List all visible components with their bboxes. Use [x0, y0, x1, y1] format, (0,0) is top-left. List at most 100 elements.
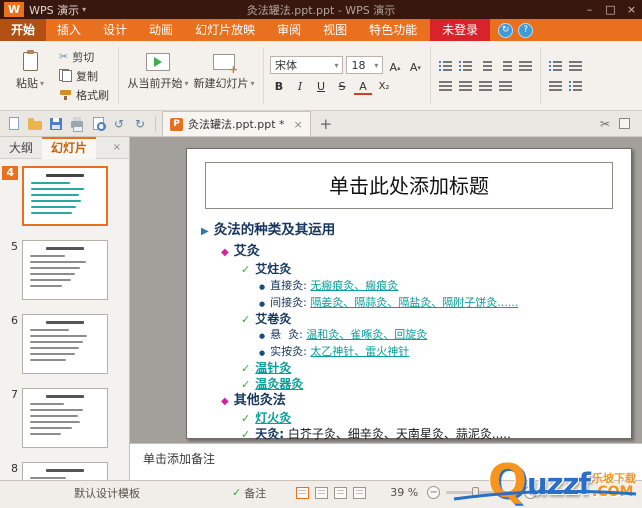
ribbon-tab-3[interactable]: 动画 [138, 19, 184, 41]
slide-thumbnail[interactable] [22, 314, 108, 374]
font-toggle-1[interactable]: I [291, 78, 309, 95]
font-name-select[interactable]: 宋体 ▾ [270, 56, 344, 74]
slide-link[interactable]: 隔姜灸、隔蒜灸、隔盐灸、隔附子饼灸...... [310, 295, 518, 310]
normal-view-icon[interactable] [296, 486, 310, 499]
document-tab[interactable]: P 灸法罐法.ppt.ppt * × [162, 111, 311, 136]
tab-outline[interactable]: 大纲 [0, 137, 42, 159]
slide-content-line-8[interactable]: ✓ 温针灸 [197, 361, 625, 377]
align-justify-icon[interactable] [497, 78, 514, 93]
design-template-label[interactable]: 默认设计模板 [74, 485, 140, 501]
slide-content-line-5[interactable]: ✓ 艾卷灸 [197, 312, 625, 328]
slide-canvas[interactable]: 单击此处添加标题 ▶ 灸法的种类及其运用 ◆ 艾灸 ✓ 艾炷灸 ● 直接灸: 无瘢痕灸、瘢痕灸… [186, 148, 632, 441]
tab-slides[interactable]: 幻灯片 [42, 137, 97, 159]
ribbon-tab-4[interactable]: 幻灯片放映 [184, 19, 266, 41]
zoom-slider[interactable] [446, 487, 519, 498]
slide-content-line-0[interactable]: ▶ 灸法的种类及其运用 [197, 221, 625, 241]
arrange-icon[interactable] [567, 78, 584, 93]
wps-logo[interactable]: W [4, 2, 25, 17]
slide-content-line-11[interactable]: ✓ 灯火灸 [197, 411, 625, 427]
help-icon[interactable]: ? [518, 22, 534, 38]
sync-icon[interactable]: ↻ [498, 22, 514, 38]
columns-icon[interactable] [567, 58, 584, 73]
new-file-button[interactable] [5, 115, 23, 133]
chevron-down-icon[interactable]: ▾ [82, 5, 86, 14]
new-slide-button[interactable]: 新建幻灯片▾ [191, 45, 257, 106]
play-from-current-button[interactable]: 从当前开始 ▾ [125, 45, 191, 106]
format-painter-button[interactable]: 格式刷 [56, 87, 112, 102]
slide-link[interactable]: 温灸器灸 [255, 377, 303, 393]
ribbon-tab-0[interactable]: 开始 [0, 19, 47, 41]
numbered-list-icon[interactable] [457, 58, 474, 73]
slide-link[interactable]: 灯火灸 [255, 411, 291, 427]
save-button[interactable] [47, 115, 65, 133]
increase-font-button[interactable]: A ▴ [386, 56, 403, 74]
new-tab-button[interactable]: + [314, 113, 338, 134]
reading-view-icon[interactable] [334, 486, 348, 499]
zoom-out-button[interactable]: − [427, 486, 441, 499]
ribbon-tab-5[interactable]: 审阅 [266, 19, 312, 41]
ribbon-tab-6[interactable]: 视图 [312, 19, 358, 41]
slideshow-icon[interactable] [353, 486, 367, 499]
notes-panel[interactable]: 单击添加备注 [130, 443, 642, 480]
cut-button[interactable]: ✂ 剪切 [56, 49, 112, 64]
close-tab-icon[interactable]: × [294, 118, 303, 131]
decrease-font-button[interactable]: A ▾ [407, 56, 424, 74]
print-button[interactable] [68, 115, 86, 133]
maximize-button[interactable]: □ [600, 0, 621, 19]
slide-content-line-6[interactable]: ● 悬 灸: 温和灸、雀啄灸、回旋灸 [197, 327, 625, 344]
open-file-button[interactable] [26, 115, 44, 133]
ribbon-tab-1[interactable]: 插入 [46, 19, 92, 41]
check-icon: ✓ [232, 486, 242, 499]
slide-thumbnail[interactable] [22, 166, 108, 226]
redo-button[interactable]: ↻ [131, 115, 149, 133]
font-size-select[interactable]: 18 ▾ [346, 56, 384, 74]
slide-title-placeholder[interactable]: 单击此处添加标题 [205, 162, 613, 209]
slide-content-line-1[interactable]: ◆ 艾灸 [197, 243, 625, 261]
line-spacing-icon[interactable] [517, 58, 534, 73]
app-menu-button[interactable]: WPS 演示 [29, 2, 79, 18]
slide-link[interactable]: 无瘢痕灸、瘢痕灸 [310, 278, 398, 293]
slide-link[interactable]: 太乙神针、雷火神针 [310, 344, 409, 359]
align-center-icon[interactable] [457, 78, 474, 93]
copy-button[interactable]: 复制 [56, 68, 112, 83]
text-direction-icon[interactable] [547, 58, 564, 73]
shape-icon[interactable] [547, 78, 564, 93]
close-button[interactable]: × [621, 0, 642, 19]
slide-thumbnail[interactable] [22, 462, 108, 480]
slide-link[interactable]: 温针灸 [255, 361, 291, 377]
print-preview-button[interactable] [89, 115, 107, 133]
ribbon-tab-7[interactable]: 特色功能 [358, 19, 428, 41]
font-toggle-0[interactable]: B [270, 78, 288, 95]
notes-toggle[interactable]: ✓ 备注 [232, 485, 266, 501]
slide-content-line-10[interactable]: ◆ 其他灸法 [197, 392, 625, 410]
minimize-button[interactable]: – [579, 0, 600, 19]
bullet-list-icon[interactable] [437, 58, 454, 73]
slide-content-line-12[interactable]: ✓ 天灸: 白芥子灸、细辛灸、天南星灸、蒜泥灸..... [197, 427, 625, 443]
font-toggle-5[interactable]: X₂ [375, 78, 393, 95]
slide-thumbnail[interactable] [22, 388, 108, 448]
align-right-icon[interactable] [477, 78, 494, 93]
slide-content-line-4[interactable]: ● 间接灸: 隔姜灸、隔蒜灸、隔盐灸、隔附子饼灸...... [197, 295, 625, 312]
ribbon-tab-2[interactable]: 设计 [92, 19, 138, 41]
slide-thumbnail[interactable] [22, 240, 108, 300]
slide-content-line-3[interactable]: ● 直接灸: 无瘢痕灸、瘢痕灸 [197, 278, 625, 295]
zoom-slider-thumb[interactable] [472, 487, 480, 498]
decrease-indent-icon[interactable] [477, 58, 494, 73]
slide-content-line-9[interactable]: ✓ 温灸器灸 [197, 377, 625, 393]
layout-tool-icon[interactable] [619, 118, 630, 129]
font-toggle-3[interactable]: S [333, 78, 351, 95]
font-toggle-4[interactable]: A [354, 80, 372, 95]
paste-button[interactable]: 粘贴 ▾ [4, 45, 56, 106]
slide-sorter-icon[interactable] [315, 486, 329, 499]
undo-button[interactable]: ↺ [110, 115, 128, 133]
align-left-icon[interactable] [437, 78, 454, 93]
login-button[interactable]: 未登录 [430, 19, 491, 41]
increase-indent-icon[interactable] [497, 58, 514, 73]
slide-content-line-2[interactable]: ✓ 艾炷灸 [197, 262, 625, 278]
slide-link[interactable]: 温和灸、雀啄灸、回旋灸 [306, 327, 427, 342]
slide-content-line-7[interactable]: ● 实按灸: 太乙神针、雷火神针 [197, 344, 625, 361]
close-panel-icon[interactable]: × [105, 142, 129, 153]
font-toggle-2[interactable]: U [312, 78, 330, 95]
zoom-in-button[interactable]: + [524, 486, 538, 499]
screenshot-scissors-icon[interactable]: ✂ [600, 117, 610, 131]
